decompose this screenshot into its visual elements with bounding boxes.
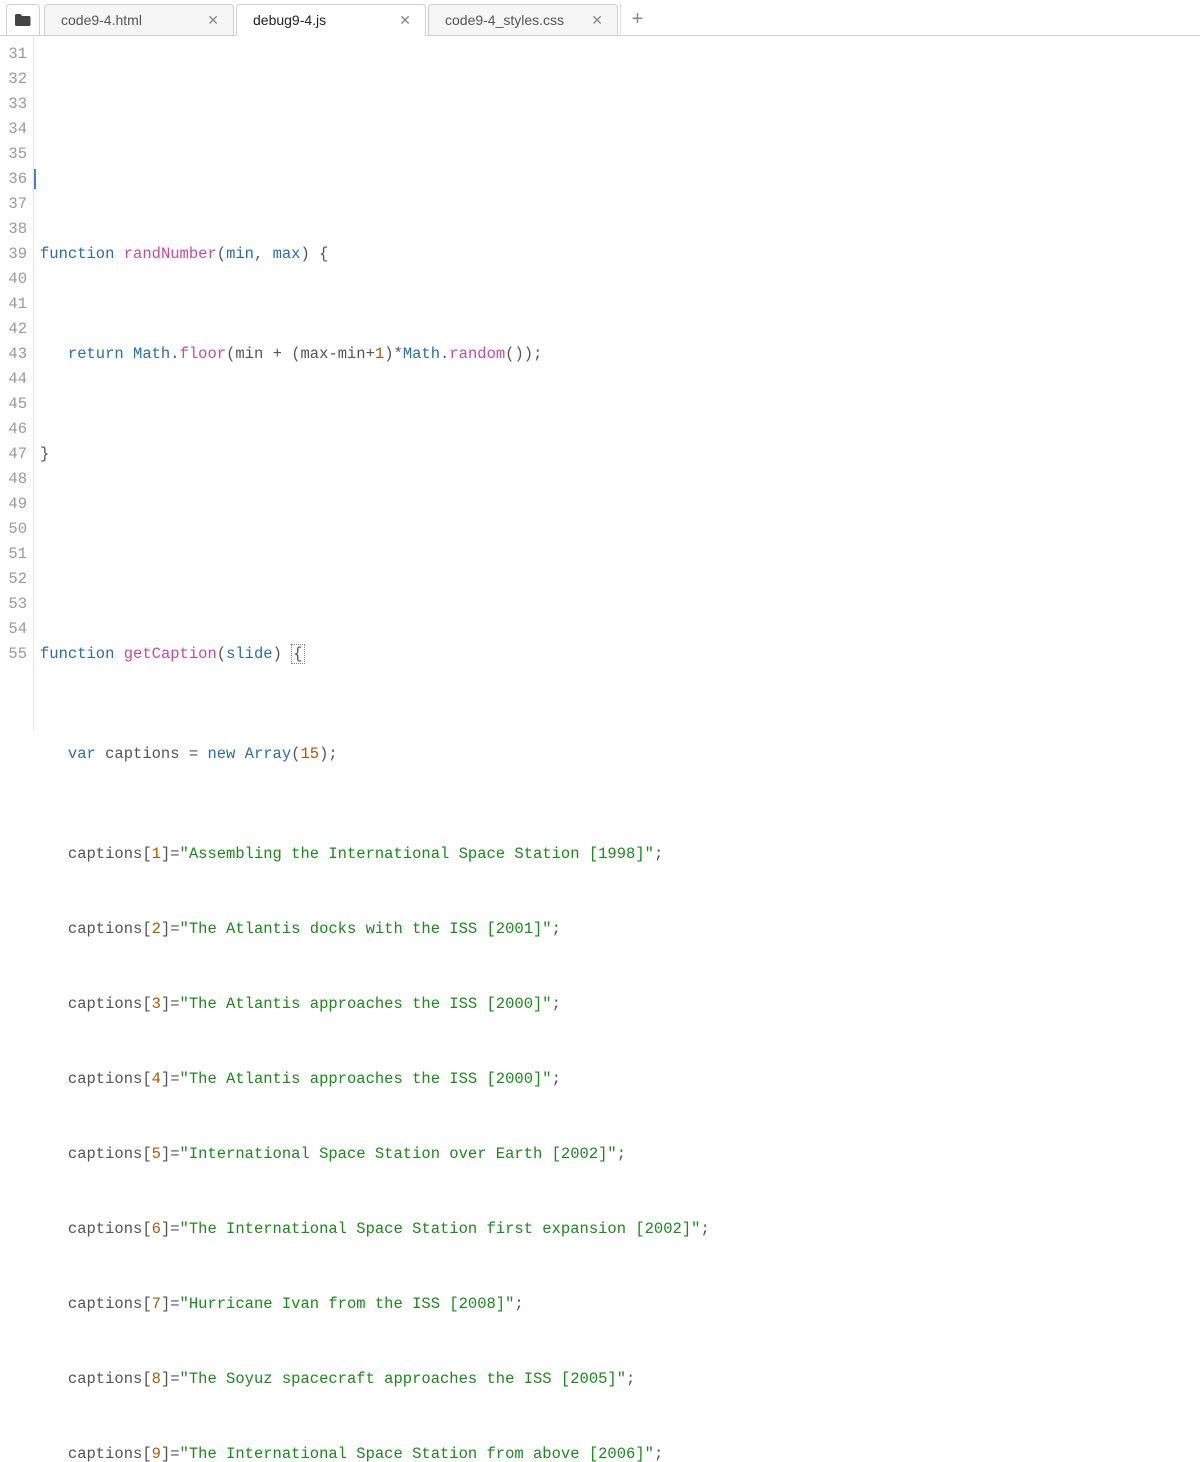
line-number: 45 — [0, 392, 27, 417]
folder-icon — [14, 13, 32, 27]
line-number: 35 — [0, 142, 27, 167]
line-number: 34 — [0, 117, 27, 142]
close-icon[interactable]: ✕ — [591, 13, 603, 27]
code-line: captions[1]="Assembling the Internationa… — [40, 842, 1200, 867]
tab-code9-4-html[interactable]: code9-4.html ✕ — [44, 4, 234, 35]
close-icon[interactable]: ✕ — [399, 13, 411, 27]
tab-label: code9-4_styles.css — [445, 12, 581, 28]
line-number-gutter: 3132333435363738394041424344454647484950… — [0, 36, 34, 731]
line-number: 51 — [0, 542, 27, 567]
line-number: 50 — [0, 517, 27, 542]
code-area[interactable]: function randNumber(min, max) { return M… — [34, 36, 1200, 731]
code-line: function getCaption(slide) { — [40, 642, 1200, 667]
code-line: captions[9]="The International Space Sta… — [40, 1442, 1200, 1462]
line-number: 36 — [0, 167, 27, 192]
line-number: 31 — [0, 42, 27, 67]
code-line: captions[4]="The Atlantis approaches the… — [40, 1067, 1200, 1092]
close-icon[interactable]: ✕ — [207, 13, 219, 27]
new-tab-button[interactable]: + — [620, 4, 654, 35]
line-number: 55 — [0, 642, 27, 667]
line-number: 54 — [0, 617, 27, 642]
plus-icon: + — [632, 8, 644, 31]
line-number: 44 — [0, 367, 27, 392]
code-line: } — [40, 442, 1200, 467]
code-line: var captions = new Array(15); — [40, 742, 1200, 767]
line-number: 37 — [0, 192, 27, 217]
code-line: captions[6]="The International Space Sta… — [40, 1217, 1200, 1242]
code-line: captions[8]="The Soyuz spacecraft approa… — [40, 1367, 1200, 1392]
line-number: 39 — [0, 242, 27, 267]
line-number: 40 — [0, 267, 27, 292]
line-number: 53 — [0, 592, 27, 617]
line-number: 43 — [0, 342, 27, 367]
line-number: 47 — [0, 442, 27, 467]
line-number: 32 — [0, 67, 27, 92]
tab-label: debug9-4.js — [253, 12, 389, 28]
line-number: 52 — [0, 567, 27, 592]
line-number: 33 — [0, 92, 27, 117]
code-line: captions[7]="Hurricane Ivan from the ISS… — [40, 1292, 1200, 1317]
code-editor[interactable]: 3132333435363738394041424344454647484950… — [0, 36, 1200, 731]
line-number: 48 — [0, 467, 27, 492]
code-line: captions[2]="The Atlantis docks with the… — [40, 917, 1200, 942]
code-line — [40, 542, 1200, 567]
tab-bar: code9-4.html ✕ debug9-4.js ✕ code9-4_sty… — [0, 0, 1200, 36]
code-line: captions[5]="International Space Station… — [40, 1142, 1200, 1167]
matched-brace-open: { — [291, 644, 304, 664]
code-line: return Math.floor(min + (max-min+1)*Math… — [40, 342, 1200, 367]
text-cursor — [34, 169, 36, 189]
tab-label: code9-4.html — [61, 12, 197, 28]
code-line: function randNumber(min, max) { — [40, 242, 1200, 267]
tab-debug9-4-js[interactable]: debug9-4.js ✕ — [236, 4, 426, 36]
line-number: 46 — [0, 417, 27, 442]
tab-code9-4-styles-css[interactable]: code9-4_styles.css ✕ — [428, 4, 618, 35]
line-number: 42 — [0, 317, 27, 342]
folder-button[interactable] — [6, 4, 40, 35]
line-number: 49 — [0, 492, 27, 517]
line-number: 41 — [0, 292, 27, 317]
code-line: captions[3]="The Atlantis approaches the… — [40, 992, 1200, 1017]
line-number: 38 — [0, 217, 27, 242]
code-line — [40, 142, 1200, 167]
